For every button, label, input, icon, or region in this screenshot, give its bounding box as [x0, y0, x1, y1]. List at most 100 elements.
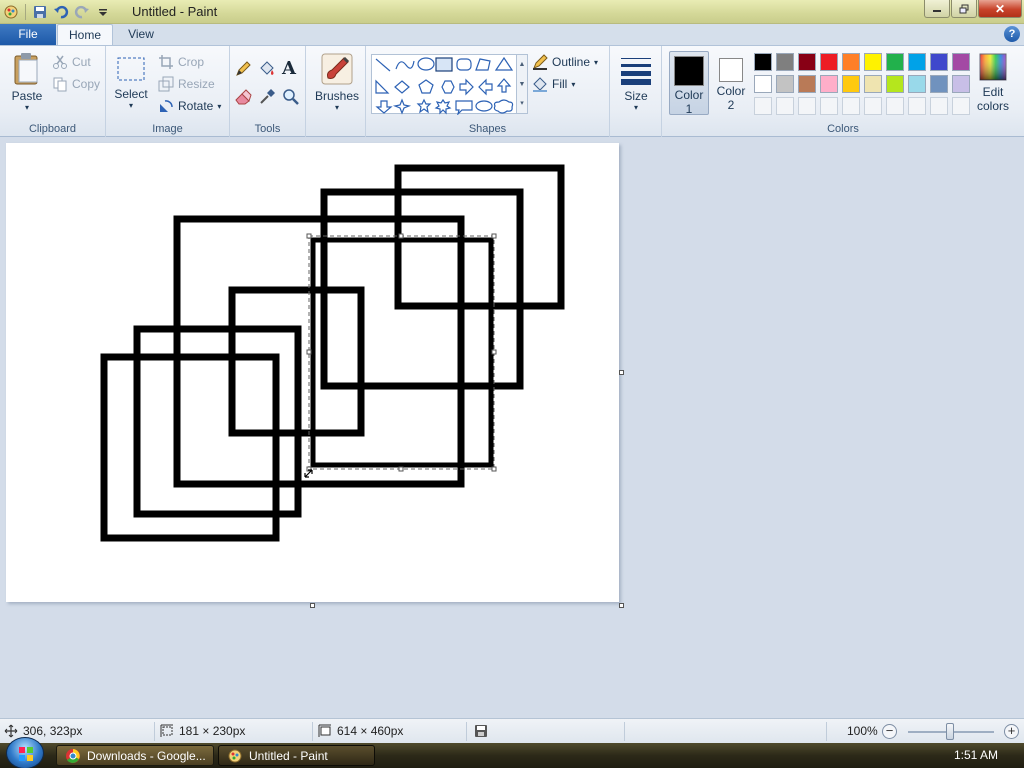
drawing-canvas[interactable] [6, 143, 619, 602]
zoom-out-button[interactable]: − [882, 724, 897, 739]
scroll-more-icon[interactable]: ▾ [517, 95, 527, 113]
palette-color-swatch[interactable] [908, 53, 926, 71]
restore-button[interactable] [951, 0, 977, 18]
select-icon [117, 57, 145, 81]
taskbar-paint[interactable]: Untitled - Paint [218, 745, 375, 766]
palette-color-swatch[interactable] [820, 53, 838, 71]
palette-color-swatch[interactable] [842, 53, 860, 71]
select-button[interactable]: Select ▾ [112, 54, 150, 110]
status-separator [312, 722, 313, 741]
edit-colors-button[interactable]: Edit colors [973, 52, 1013, 113]
magnifier-tool[interactable] [282, 88, 300, 106]
selection-handle[interactable] [306, 349, 312, 355]
paint-app-icon[interactable] [2, 3, 20, 21]
scroll-down-icon[interactable]: ▼ [517, 75, 527, 95]
palette-custom-slot[interactable] [864, 97, 882, 115]
palette-color-swatch[interactable] [864, 53, 882, 71]
palette-custom-slot[interactable] [842, 97, 860, 115]
palette-custom-slot[interactable] [886, 97, 904, 115]
color-2-button[interactable]: Color 2 [711, 51, 751, 115]
tab-view[interactable]: View [117, 24, 165, 45]
canvas-resize-handle-corner[interactable] [619, 603, 624, 608]
eraser-tool[interactable] [234, 88, 252, 106]
palette-custom-slot[interactable] [908, 97, 926, 115]
palette-color-swatch[interactable] [754, 75, 772, 93]
palette-color-swatch[interactable] [864, 75, 882, 93]
minimize-button[interactable] [924, 0, 950, 18]
zoom-slider-thumb[interactable] [946, 723, 954, 740]
canvas-resize-handle-bottom[interactable] [310, 603, 315, 608]
color-1-label-b: 1 [685, 102, 693, 116]
pencil-icon [236, 61, 251, 76]
palette-custom-slot[interactable] [776, 97, 794, 115]
taskbar-chrome[interactable]: Downloads - Google... [56, 745, 214, 766]
color-picker-tool[interactable] [258, 88, 276, 106]
palette-custom-slot[interactable] [798, 97, 816, 115]
palette-color-swatch[interactable] [754, 53, 772, 71]
palette-color-swatch[interactable] [798, 53, 816, 71]
shapes-scroll[interactable]: ▲ ▼ ▾ [517, 54, 528, 114]
selection-handle[interactable] [398, 466, 404, 472]
select-dropdown-icon[interactable]: ▾ [112, 101, 150, 110]
palette-custom-slot[interactable] [952, 97, 970, 115]
fill-tool[interactable] [258, 60, 276, 78]
workspace[interactable] [0, 137, 1024, 718]
start-button[interactable] [6, 737, 44, 768]
close-button[interactable]: ✕ [978, 0, 1022, 18]
taskbar: Downloads - Google... Untitled - Paint 1… [0, 737, 1024, 768]
customize-qat-icon[interactable] [94, 3, 112, 21]
zoom-in-button[interactable]: + [1004, 724, 1019, 739]
cut-button[interactable]: Cut [52, 54, 91, 70]
selection-handle[interactable] [491, 349, 497, 355]
system-clock[interactable]: 1:51 AM [954, 748, 998, 762]
tab-file[interactable]: File [0, 24, 56, 45]
cursor-position: 306, 323px [4, 724, 82, 738]
image-group-label: Image [152, 123, 183, 135]
resize-button[interactable]: Resize [158, 76, 215, 92]
help-button[interactable]: ? [1004, 26, 1020, 42]
text-tool[interactable]: A [282, 58, 296, 79]
palette-color-swatch[interactable] [930, 53, 948, 71]
pencil-tool[interactable] [234, 60, 252, 78]
palette-color-swatch[interactable] [952, 53, 970, 71]
selection-handle[interactable] [491, 466, 497, 472]
copy-button[interactable]: Copy [52, 76, 100, 92]
size-button[interactable]: Size ▾ [616, 54, 656, 112]
selection-handle[interactable] [306, 233, 312, 239]
selection-handle[interactable] [491, 233, 497, 239]
canvas-resize-handle-right[interactable] [619, 370, 624, 375]
palette-custom-slot[interactable] [754, 97, 772, 115]
palette-custom-slot[interactable] [930, 97, 948, 115]
palette-color-swatch[interactable] [886, 75, 904, 93]
palette-color-swatch[interactable] [930, 75, 948, 93]
palette-color-swatch[interactable] [908, 75, 926, 93]
scroll-up-icon[interactable]: ▲ [517, 55, 527, 75]
color-1-button[interactable]: Color 1 [669, 51, 709, 116]
save-icon[interactable] [31, 3, 49, 21]
selection-handle[interactable] [398, 233, 404, 239]
palette-color-swatch[interactable] [798, 75, 816, 93]
outline-dropdown-icon: ▾ [594, 57, 599, 67]
crop-button[interactable]: Crop [158, 54, 204, 70]
palette-color-swatch[interactable] [886, 53, 904, 71]
redo-icon[interactable] [73, 3, 91, 21]
size-dropdown-icon: ▾ [633, 103, 638, 112]
taskbar-chrome-label: Downloads - Google... [87, 748, 206, 763]
palette-color-swatch[interactable] [842, 75, 860, 93]
palette-color-swatch[interactable] [776, 53, 794, 71]
rotate-button[interactable]: Rotate ▾ [158, 98, 221, 114]
palette-color-swatch[interactable] [820, 75, 838, 93]
brushes-button[interactable]: Brushes ▾ [314, 52, 360, 112]
palette-color-swatch[interactable] [952, 75, 970, 93]
paste-dropdown-icon[interactable]: ▾ [6, 103, 48, 112]
fill-button[interactable]: Fill ▾ [532, 76, 575, 92]
paste-button[interactable]: Paste ▾ [6, 52, 48, 112]
undo-icon[interactable] [52, 3, 70, 21]
palette-custom-slot[interactable] [820, 97, 838, 115]
palette-color-swatch[interactable] [776, 75, 794, 93]
fill-bucket-icon [260, 61, 274, 75]
tab-home[interactable]: Home [57, 24, 113, 45]
rotate-label: Rotate [178, 99, 214, 113]
shapes-gallery[interactable] [371, 54, 517, 115]
outline-button[interactable]: Outline ▾ [532, 54, 598, 70]
